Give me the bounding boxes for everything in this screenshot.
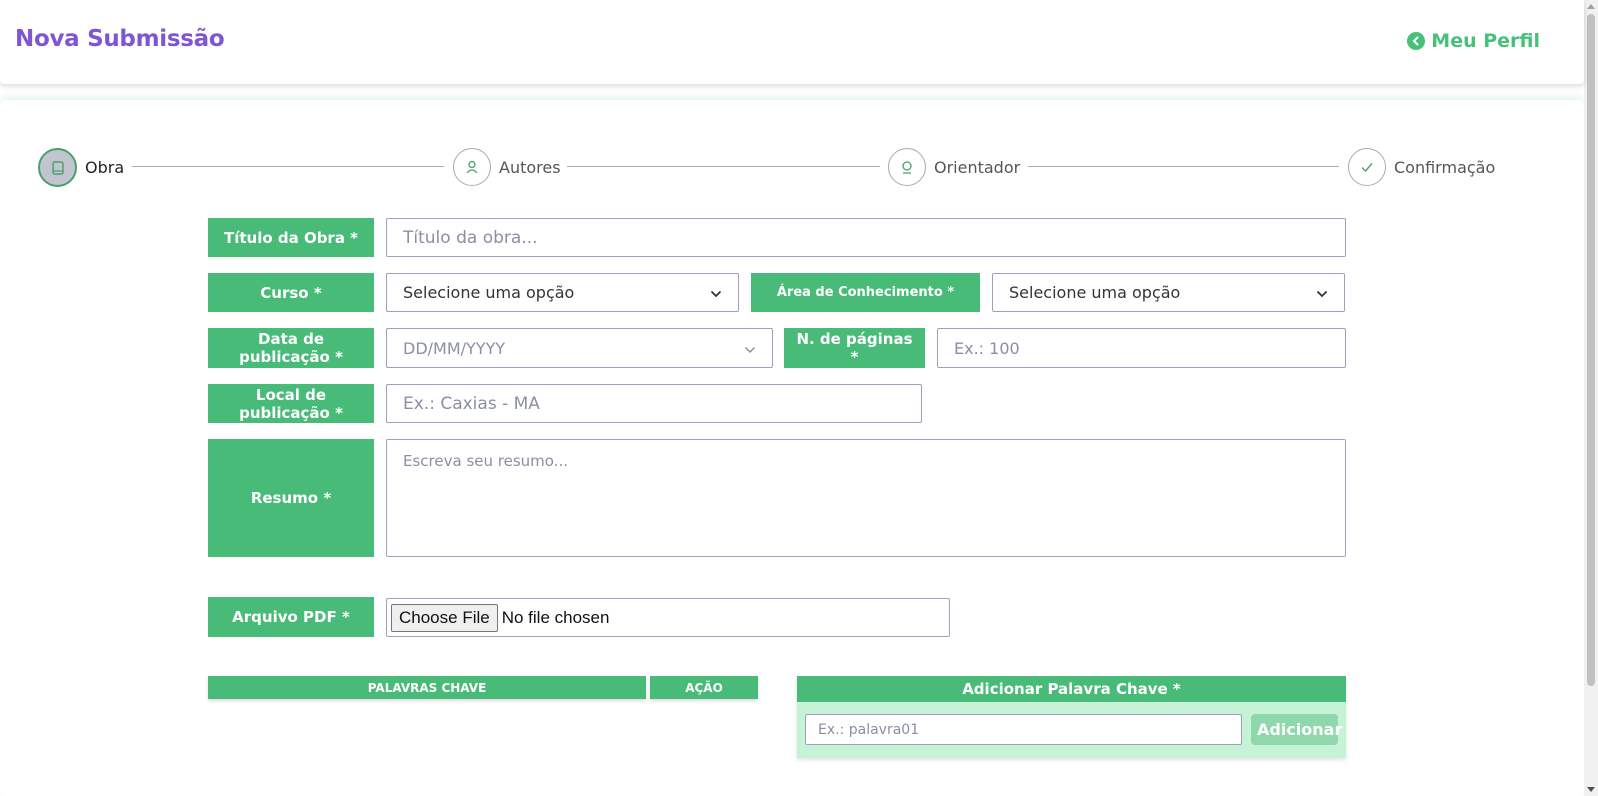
data-picker[interactable]: DD/MM/YYYY xyxy=(386,328,773,368)
arrow-left-circle-icon xyxy=(1407,32,1426,50)
step-orientador[interactable]: Orientador xyxy=(888,148,1020,186)
scroll-up-arrow-icon[interactable] xyxy=(1587,4,1595,9)
step-connector xyxy=(1028,166,1339,167)
data-placeholder: DD/MM/YYYY xyxy=(403,338,506,358)
chevron-down-icon xyxy=(710,283,722,302)
profile-link-label: Meu Perfil xyxy=(1431,30,1540,52)
curso-label: Curso * xyxy=(208,273,374,312)
curso-select[interactable]: Selecione uma opção xyxy=(386,273,739,312)
step-connector xyxy=(567,166,880,167)
step-obra[interactable]: Obra xyxy=(38,148,124,187)
file-status: No file chosen xyxy=(501,607,610,627)
chevron-down-icon xyxy=(1316,283,1328,302)
area-label: Área de Conhecimento * xyxy=(751,273,980,312)
column-header-acao: AÇÃO xyxy=(650,676,758,699)
area-selected-value: Selecione uma opção xyxy=(1009,283,1181,302)
user-icon xyxy=(453,148,491,186)
scrollbar-thumb[interactable] xyxy=(1587,14,1595,686)
scroll-down-arrow-icon[interactable] xyxy=(1587,787,1595,792)
step-label: Obra xyxy=(85,158,125,177)
column-header-palavras: PALAVRAS CHAVE xyxy=(208,676,646,699)
choose-file-button[interactable]: Choose File xyxy=(391,603,498,632)
chevron-down-icon xyxy=(744,339,756,358)
resumo-textarea[interactable] xyxy=(386,439,1346,557)
step-label: Autores xyxy=(499,157,561,177)
step-connector xyxy=(132,166,444,167)
meu-perfil-link[interactable]: Meu Perfil xyxy=(1407,30,1540,52)
add-keyword-panel: Adicionar Palavra Chave * Adicionar xyxy=(797,676,1346,758)
curso-selected-value: Selecione uma opção xyxy=(403,283,575,302)
step-autores[interactable]: Autores xyxy=(453,148,561,186)
local-label: Local de publicação * xyxy=(208,384,374,423)
step-label: Orientador xyxy=(934,157,1021,177)
add-keyword-title: Adicionar Palavra Chave * xyxy=(797,676,1346,702)
check-icon xyxy=(1348,148,1386,186)
paginas-label: N. de páginas * xyxy=(784,328,925,368)
advisor-icon xyxy=(888,148,926,186)
titulo-label: Título da Obra * xyxy=(208,218,374,257)
page-title: Nova Submissão xyxy=(15,26,225,52)
book-icon xyxy=(38,148,77,187)
step-label: Confirmação xyxy=(1394,157,1496,177)
pdf-file-input[interactable]: Choose File No file chosen xyxy=(386,598,950,637)
titulo-input[interactable] xyxy=(386,218,1346,257)
resumo-label: Resumo * xyxy=(208,439,374,557)
local-input[interactable] xyxy=(386,384,922,423)
add-keyword-button[interactable]: Adicionar xyxy=(1251,714,1342,745)
top-header: Nova Submissão Meu Perfil xyxy=(0,0,1584,84)
area-select[interactable]: Selecione uma opção xyxy=(992,273,1345,312)
arquivo-label: Arquivo PDF * xyxy=(208,597,374,637)
keyword-input[interactable] xyxy=(805,714,1242,745)
paginas-input[interactable] xyxy=(937,328,1346,368)
data-label: Data de publicação * xyxy=(208,328,374,368)
step-confirmacao[interactable]: Confirmação xyxy=(1348,148,1495,186)
vertical-scrollbar[interactable] xyxy=(1584,0,1598,796)
